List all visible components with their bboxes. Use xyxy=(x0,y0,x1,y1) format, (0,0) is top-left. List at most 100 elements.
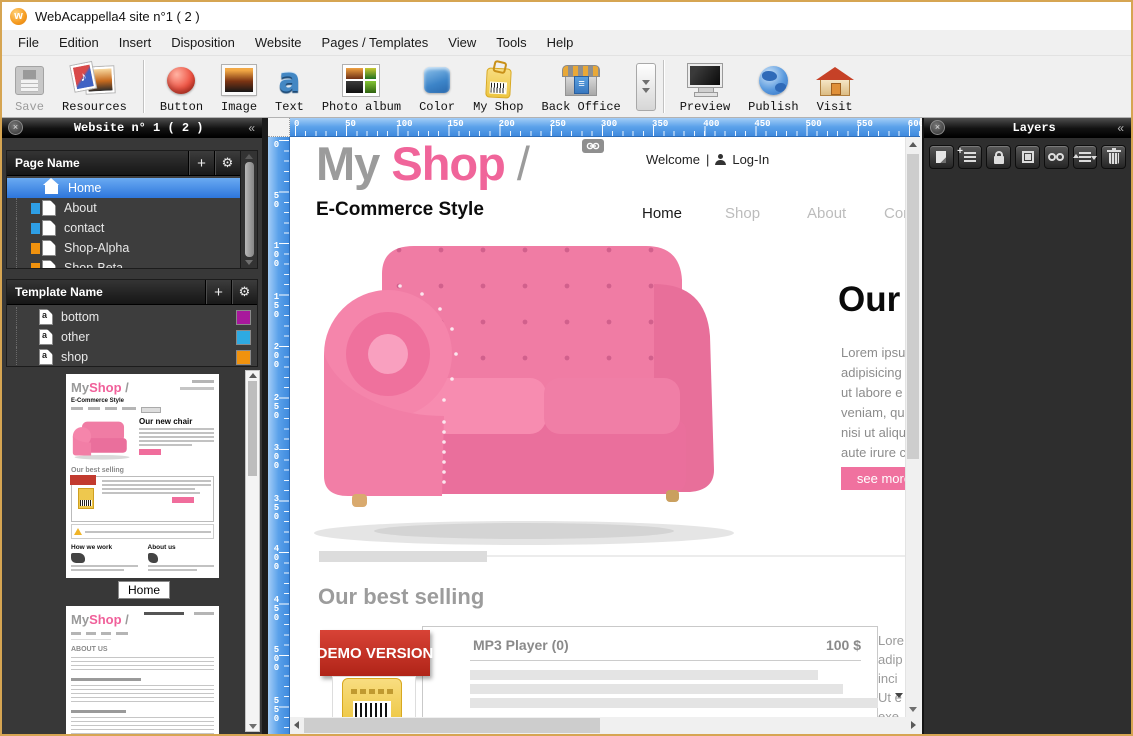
window-maximize-button[interactable] xyxy=(1035,2,1083,30)
toolbar-more-button[interactable] xyxy=(635,62,656,111)
layers-tool-frame-button[interactable] xyxy=(1015,145,1040,169)
menu-item[interactable]: Disposition xyxy=(161,35,245,50)
preview-icon xyxy=(687,63,722,97)
collapse-panel-icon[interactable]: « xyxy=(1117,121,1124,135)
layers-tool-new-layer-button[interactable] xyxy=(929,145,954,169)
scroll-right-icon[interactable] xyxy=(911,721,916,729)
scroll-down-icon[interactable] xyxy=(909,707,917,712)
layers-tool-delete-button[interactable] xyxy=(1101,145,1127,169)
toolbar-back-office-button[interactable]: Back Office xyxy=(533,56,630,117)
template-settings-button[interactable]: ⚙ xyxy=(231,280,257,304)
scrollbar-thumb[interactable] xyxy=(907,154,919,459)
scroll-up-icon[interactable] xyxy=(248,373,257,378)
template-row-other[interactable]: other xyxy=(7,327,257,347)
toolbar-color-button[interactable]: Color xyxy=(410,56,464,117)
add-template-button[interactable]: + xyxy=(205,280,231,304)
scrollbar-thumb[interactable] xyxy=(244,162,254,257)
page-row-contact[interactable]: contact xyxy=(7,218,240,238)
page-settings-button[interactable]: ⚙ xyxy=(214,151,240,175)
page-row-shop-beta[interactable]: Shop-Beta xyxy=(7,258,240,268)
close-icon[interactable]: × xyxy=(8,120,23,135)
toolbar-publish-button[interactable]: Publish xyxy=(739,56,807,117)
scrollbar-thumb[interactable] xyxy=(248,381,257,476)
toolbar-my-shop-button[interactable]: My Shop xyxy=(464,56,532,117)
close-icon[interactable]: × xyxy=(930,120,945,135)
menu-item[interactable]: Pages / Templates xyxy=(312,35,439,50)
text-icon xyxy=(278,65,300,96)
link-anchor-icon[interactable] xyxy=(582,139,604,153)
layers-tool-reorder-button[interactable] xyxy=(1072,145,1098,169)
menu-item[interactable]: Help xyxy=(537,35,584,50)
ruler-corner xyxy=(268,118,290,137)
layers-tool-link-button[interactable] xyxy=(1043,145,1069,169)
template-row-shop[interactable]: shop xyxy=(7,347,257,366)
couch-hero-image[interactable] xyxy=(294,232,762,550)
site-logo[interactable]: My Shop / xyxy=(316,139,530,189)
thumbnail-scrollbar[interactable] xyxy=(245,370,260,732)
frame-icon xyxy=(1021,151,1034,163)
canvas-horizontal-scrollbar[interactable] xyxy=(290,717,920,734)
site-nav-contact[interactable]: Contact xyxy=(884,205,905,222)
layers-tool-lock-button[interactable] xyxy=(986,145,1012,169)
toolbar-button-label: Text xyxy=(275,100,304,114)
login-link[interactable]: Log-In xyxy=(732,152,769,167)
thumb-tagline: E-Commerce Style xyxy=(71,398,125,404)
scroll-down-icon[interactable] xyxy=(248,724,257,729)
site-nav-shop[interactable]: Shop xyxy=(725,205,760,222)
toolbar-resources-button[interactable]: Resources xyxy=(53,56,136,117)
template-row-bottom[interactable]: bottom xyxy=(7,307,257,327)
toolbar-button-button[interactable]: Button xyxy=(151,56,212,117)
collapse-panel-icon[interactable]: « xyxy=(248,121,255,135)
page-list-scrollbar[interactable] xyxy=(240,151,257,268)
scrollbar-thumb[interactable] xyxy=(304,718,600,733)
hero-text-line: veniam, qu xyxy=(841,405,905,420)
canvas-vertical-scrollbar[interactable] xyxy=(905,137,920,717)
toolbar-image-button[interactable]: Image xyxy=(212,56,266,117)
window-minimize-button[interactable] xyxy=(987,2,1035,30)
layers-tool-add-to-layer-button[interactable] xyxy=(957,145,983,169)
best-selling-title[interactable]: Our best selling xyxy=(318,584,484,610)
page-row-about[interactable]: About xyxy=(7,198,240,218)
site-nav-about[interactable]: About xyxy=(807,205,846,222)
window-title: WebAcappella4 site n°1 ( 2 ) xyxy=(35,8,200,24)
scroll-up-icon[interactable] xyxy=(909,142,917,147)
toolbar-save-button[interactable]: Save xyxy=(6,56,53,117)
page-row-shop-alpha[interactable]: Shop-Alpha xyxy=(7,238,240,258)
see-more-button[interactable]: see more xyxy=(841,467,905,490)
thumbnail-about-page[interactable]: MyShop / ABOUT US xyxy=(66,606,219,734)
add-page-button[interactable]: + xyxy=(188,151,214,175)
toolbar-button-label: Back Office xyxy=(541,100,621,114)
scroll-left-icon[interactable] xyxy=(294,721,299,729)
toolbar-button-label: Publish xyxy=(748,100,799,114)
scroll-up-icon[interactable] xyxy=(245,154,253,159)
product-card[interactable]: MP3 Player (0) 100 $ xyxy=(422,626,878,717)
window-close-button[interactable] xyxy=(1083,2,1131,30)
toolbar-text-button[interactable]: Text xyxy=(266,56,313,117)
thumbnail-home-page[interactable]: MyShop / E-Commerce Style Our new chair … xyxy=(66,374,219,578)
menu-item[interactable]: File xyxy=(8,35,49,50)
site-tagline[interactable]: E-Commerce Style xyxy=(316,199,484,221)
scroll-down-icon[interactable] xyxy=(245,260,253,265)
toolbar-separator xyxy=(662,60,664,113)
template-label: bottom xyxy=(61,310,100,324)
toolbar-preview-button[interactable]: Preview xyxy=(671,56,739,117)
toolbar-photo-album-button[interactable]: Photo album xyxy=(313,56,410,117)
menu-item[interactable]: Tools xyxy=(486,35,536,50)
hero-paragraph[interactable]: Lorem ipsu adipisicing ut labore e veniam, … xyxy=(841,343,905,483)
menu-item[interactable]: Insert xyxy=(109,35,162,50)
menu-item[interactable]: Edition xyxy=(49,35,109,50)
menu-item[interactable]: View xyxy=(438,35,486,50)
page-row-home[interactable]: Home xyxy=(7,178,240,198)
site-welcome-bar[interactable]: Welcome | Log-In xyxy=(646,152,769,167)
divider-line xyxy=(487,555,905,557)
hero-text-line: aute irure c xyxy=(841,445,905,460)
home-icon xyxy=(43,178,59,194)
product-tag-image[interactable] xyxy=(342,678,402,717)
text-overflow-icon[interactable] xyxy=(895,693,903,716)
menu-item[interactable]: Website xyxy=(245,35,312,50)
hero-title[interactable]: Our xyxy=(838,280,900,320)
site-nav-home[interactable]: Home xyxy=(642,205,682,222)
toolbar-visit-button[interactable]: Visit xyxy=(808,56,862,117)
design-canvas[interactable]: My Shop / Welcome | Log-In E-Commerce St… xyxy=(290,137,905,717)
toolbar-button-label: Visit xyxy=(816,100,853,114)
